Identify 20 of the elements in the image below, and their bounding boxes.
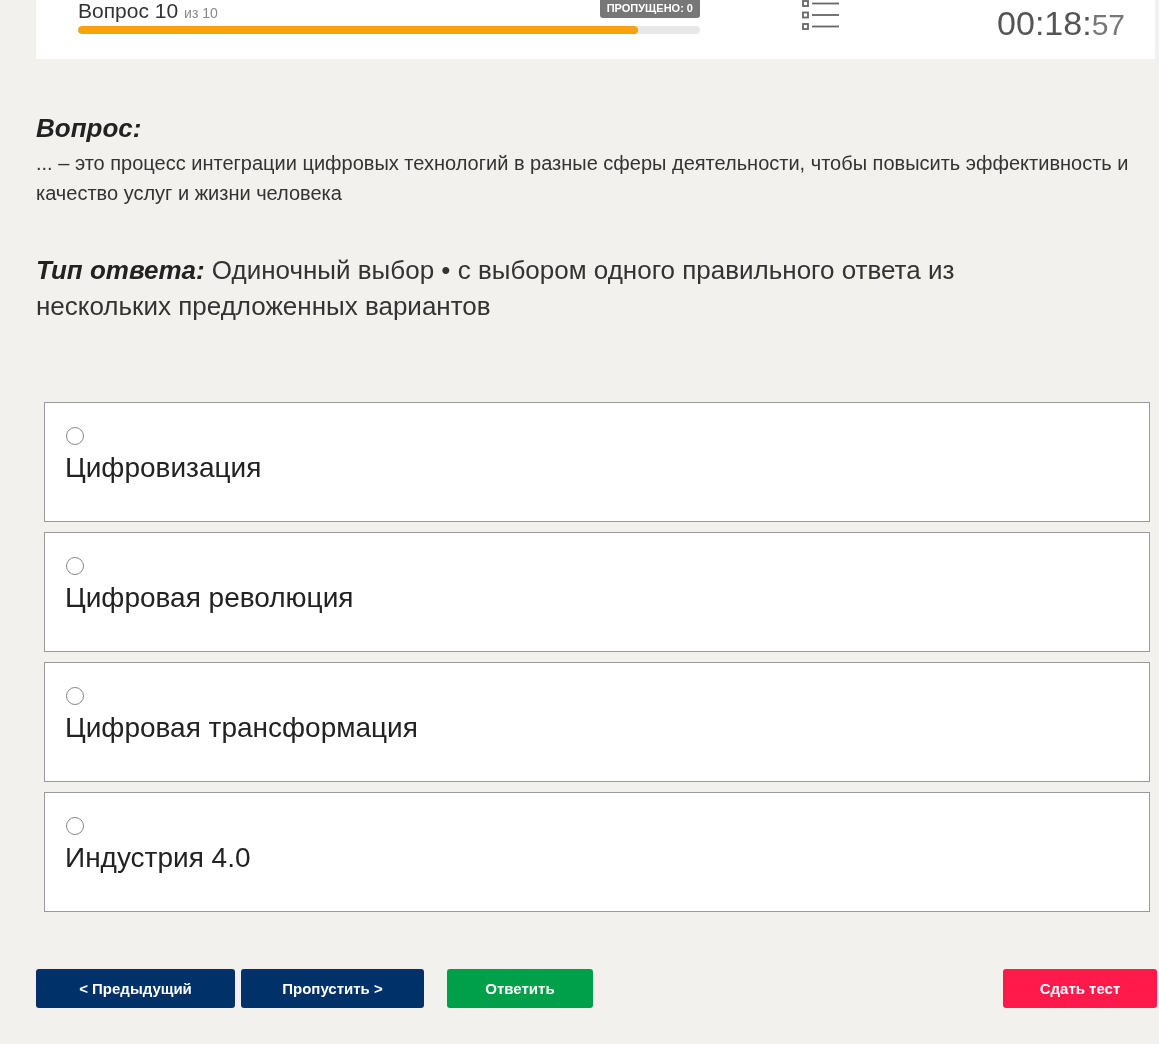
question-number: Вопрос 10 xyxy=(78,0,179,22)
finish-test-button[interactable]: Сдать тест xyxy=(1003,969,1157,1008)
answer-option[interactable]: Цифровая революция xyxy=(44,532,1150,652)
timer-seconds: 57 xyxy=(1091,8,1125,42)
question-total: из 10 xyxy=(184,5,218,21)
radio-button[interactable] xyxy=(66,687,84,705)
question-heading: Вопрос: xyxy=(36,112,143,144)
answer-option[interactable]: Цифровизация xyxy=(44,402,1150,522)
skipped-counter: ПРОПУЩЕНО: 0 xyxy=(599,0,700,18)
radio-button[interactable] xyxy=(66,817,84,835)
question-text: ... – это процесс интеграции цифровых технологий в разные сферы деятельности, чтобы повысить эффективность и качество услуг и жизни человека xyxy=(36,151,1130,206)
nav-button[interactable]: Пропустить > xyxy=(241,969,424,1008)
question-list-icon[interactable] xyxy=(802,0,840,30)
answer-option[interactable]: Индустрия 4.0 xyxy=(44,792,1150,912)
timer-text: 00:18: xyxy=(997,4,1092,42)
answer-type-text: Тип ответа: Одиночный выбор • с выбором одного правильного ответа из нескольких предложенных вариантов xyxy=(36,254,956,323)
answer-option[interactable]: Цифровая трансформация xyxy=(44,662,1150,782)
radio-button[interactable] xyxy=(66,557,84,575)
radio-button[interactable] xyxy=(66,427,84,445)
nav-button[interactable]: < Предыдущий xyxy=(36,969,235,1008)
